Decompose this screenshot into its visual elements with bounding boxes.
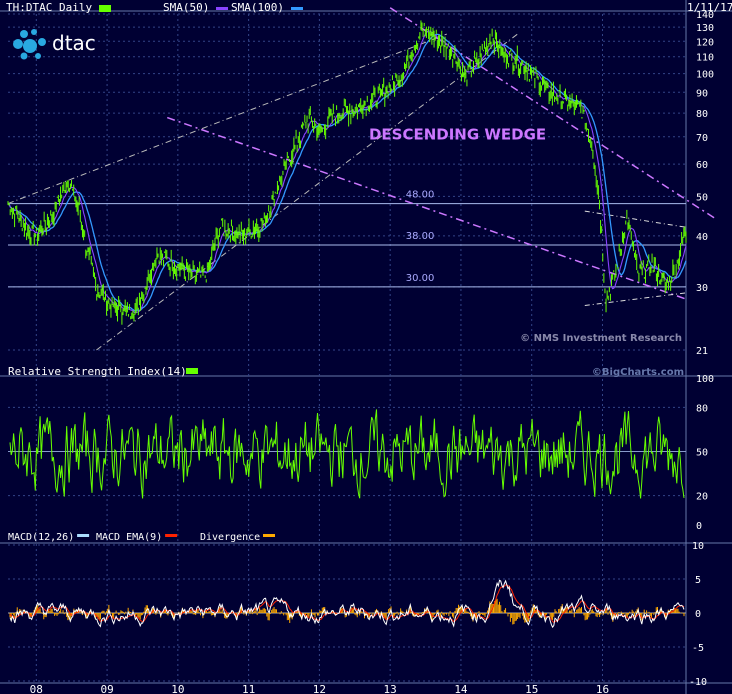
macd-legend-text-0: MACD(12,26) — [8, 532, 74, 543]
macd-y-tick-label: -10 — [689, 677, 707, 688]
rsi-line — [9, 409, 685, 499]
rsi-y-tick-label: 20 — [696, 492, 708, 503]
sma50-legend-swatch — [215, 6, 228, 10]
price-bars — [7, 20, 687, 325]
rsi-y-tick-label: 0 — [696, 521, 702, 532]
sma50-legend: SMA(50) — [163, 1, 228, 14]
triangle-lower-line — [584, 292, 687, 306]
sma100-legend-swatch — [290, 6, 303, 10]
price-title-text: TH:DTAC Daily — [6, 1, 93, 14]
macd-legend-swatch-2 — [263, 534, 275, 537]
rsi-y-tick-label: 80 — [696, 403, 708, 414]
rsi-y-tick-label: 50 — [696, 448, 708, 459]
price-y-tick-label: 90 — [696, 88, 708, 99]
x-tick-label: 14 — [454, 683, 468, 694]
chart-stage: 08 09 10 11 12 13 14 15 16 140 130 120 110 100 90 80 70 6… — [0, 0, 732, 694]
stock-chart: 08 09 10 11 12 13 14 15 161401301201101009080706… — [0, 0, 732, 694]
price-y-tick-label: 80 — [696, 109, 708, 120]
rsi-legend-swatch — [186, 368, 198, 374]
price-y-tick-label: 100 — [696, 70, 714, 81]
macd-line — [9, 579, 685, 629]
price-y-tick-label: 21 — [696, 346, 708, 357]
dtac-logo-icon — [13, 29, 46, 60]
rsi-y-tick-label: 100 — [696, 374, 714, 385]
x-tick-label: 08 — [30, 683, 43, 694]
sma100-legend-text: SMA(100) — [231, 1, 284, 14]
x-tick-label: 16 — [596, 683, 609, 694]
level-label-48.00: 48.00 — [406, 190, 435, 201]
bigcharts-watermark: ©BigCharts.com — [592, 367, 684, 378]
descending-wedge-label: DESCENDING WEDGE — [369, 125, 546, 143]
sma100-line — [7, 33, 687, 312]
price-y-tick-label: 70 — [696, 133, 708, 144]
price-y-tick-label: 40 — [696, 232, 708, 243]
price-y-tick-label: 50 — [696, 192, 708, 203]
sma100-legend: SMA(100) — [231, 1, 303, 14]
nms-copyright: © NMS Investment Research — [520, 333, 682, 344]
macd-legend-swatch-0 — [77, 534, 90, 537]
price-y-tick-label: 30 — [696, 283, 708, 294]
triangle-upper-line — [584, 210, 687, 228]
x-tick-label: 10 — [171, 683, 184, 694]
price-y-tick-label: 110 — [696, 53, 714, 64]
macd-legend-swatch-1 — [165, 534, 178, 537]
price-y-tick-label: 120 — [696, 37, 714, 48]
price-title: TH:DTAC Daily — [6, 1, 111, 14]
x-tick-label: 11 — [242, 683, 255, 694]
rsi-title: Relative Strength Index(14) — [8, 365, 187, 378]
price-y-tick-label: 130 — [696, 23, 714, 34]
x-tick-label: 09 — [100, 683, 113, 694]
macd-legend-text-2: Divergence — [200, 532, 260, 543]
dtac-logo-text: dtac — [52, 31, 96, 55]
x-tick-label: 12 — [313, 683, 326, 694]
uptrend-channel-lower — [96, 33, 518, 351]
price-y-tick-label: 60 — [696, 160, 708, 171]
macd-y-tick-label: -5 — [692, 643, 704, 654]
macd-legend-text-1: MACD EMA(9) — [96, 532, 162, 543]
x-tick-label: 15 — [525, 683, 538, 694]
x-tick-label: 13 — [384, 683, 397, 694]
level-label-30.00: 30.00 — [406, 273, 435, 284]
chart-date: 1/11/17 — [687, 1, 732, 14]
dtac-logo: dtac — [12, 26, 96, 62]
macd-y-tick-label: 10 — [692, 541, 704, 552]
macd-y-tick-label: 0 — [695, 609, 701, 620]
level-label-38.00: 38.00 — [406, 231, 435, 242]
macd-y-tick-label: 5 — [695, 575, 701, 586]
price-legend-swatch — [98, 4, 111, 12]
sma50-legend-text: SMA(50) — [163, 1, 210, 14]
